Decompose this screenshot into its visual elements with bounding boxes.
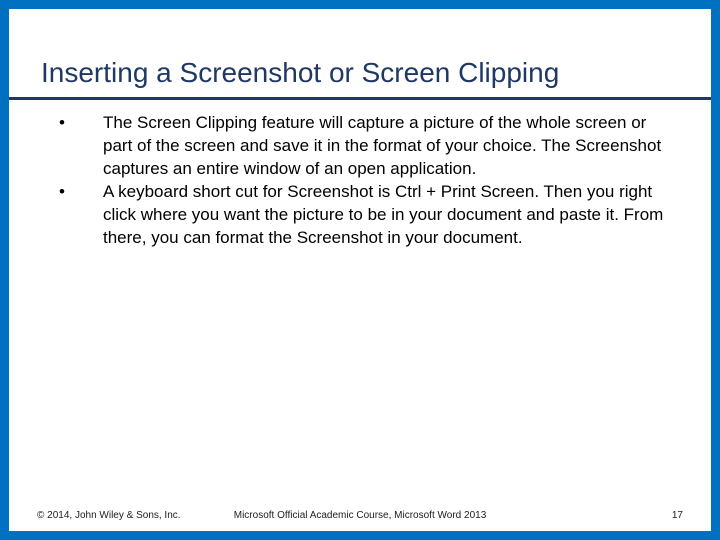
title-area: Inserting a Screenshot or Screen Clippin… — [9, 9, 711, 100]
content-area: • The Screen Clipping feature will captu… — [9, 100, 711, 250]
footer-copyright: © 2014, John Wiley & Sons, Inc. — [37, 510, 181, 521]
bullet-text: A keyboard short cut for Screenshot is C… — [103, 181, 669, 250]
footer: © 2014, John Wiley & Sons, Inc. Microsof… — [9, 510, 711, 521]
list-item: • The Screen Clipping feature will captu… — [51, 112, 669, 181]
list-item: • A keyboard short cut for Screenshot is… — [51, 181, 669, 250]
bullet-icon: • — [51, 181, 103, 204]
page-number: 17 — [672, 510, 683, 521]
slide-title: Inserting a Screenshot or Screen Clippin… — [41, 57, 679, 95]
slide: Inserting a Screenshot or Screen Clippin… — [9, 9, 711, 531]
bullet-list: • The Screen Clipping feature will captu… — [51, 112, 669, 250]
bullet-text: The Screen Clipping feature will capture… — [103, 112, 669, 181]
bullet-icon: • — [51, 112, 103, 135]
